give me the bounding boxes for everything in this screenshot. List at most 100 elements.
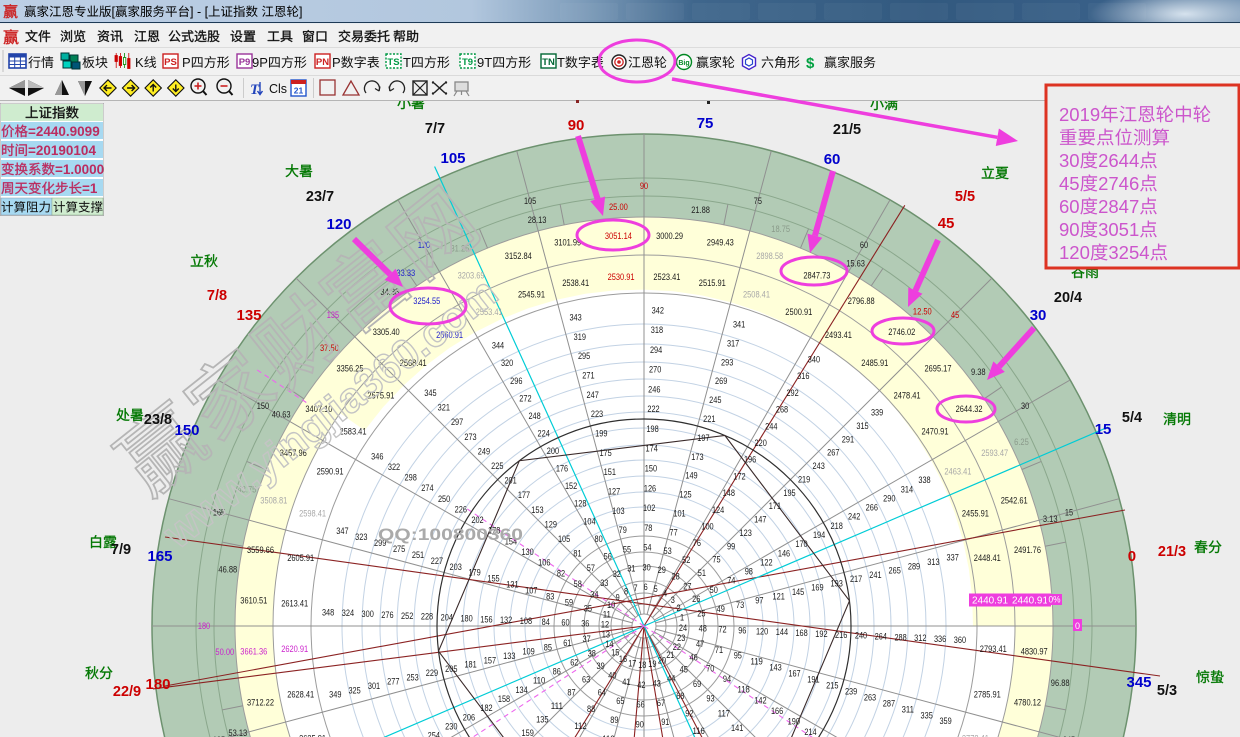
svg-text:45: 45: [951, 310, 959, 320]
svg-text:30: 30: [643, 562, 651, 572]
svg-text:42: 42: [637, 680, 645, 690]
svg-text:105: 105: [524, 196, 536, 206]
svg-text:35: 35: [584, 604, 592, 614]
svg-text:2440.91: 2440.91: [1012, 596, 1048, 607]
svg-text:=2440.9099: =2440.9099: [28, 124, 100, 139]
svg-text:2613.41: 2613.41: [281, 598, 308, 608]
svg-text:2538.41: 2538.41: [562, 278, 589, 288]
svg-text:7/8: 7/8: [207, 288, 227, 304]
svg-text:148: 148: [723, 488, 735, 498]
svg-text:201: 201: [504, 476, 516, 486]
svg-text:270: 270: [649, 365, 661, 375]
svg-text:107: 107: [525, 586, 537, 596]
svg-text:4780.12: 4780.12: [1014, 697, 1041, 707]
svg-text:117: 117: [718, 708, 730, 718]
svg-text:2019: 2019: [1059, 104, 1100, 125]
svg-text:2785.91: 2785.91: [974, 689, 1001, 699]
svg-text:2590.91: 2590.91: [317, 466, 344, 476]
svg-text:2530.91: 2530.91: [608, 272, 635, 282]
svg-text:153: 153: [531, 505, 543, 515]
svg-text:144: 144: [776, 627, 788, 637]
svg-text:321: 321: [438, 403, 450, 413]
svg-text:100: 100: [701, 522, 713, 532]
svg-text:214: 214: [804, 727, 816, 737]
svg-text:179: 179: [468, 568, 480, 578]
svg-text:0: 0: [1128, 548, 1136, 565]
svg-text:3712.22: 3712.22: [247, 697, 274, 707]
svg-text:157: 157: [484, 655, 496, 665]
svg-text:21/5: 21/5: [833, 122, 861, 138]
svg-text:105: 105: [441, 150, 466, 167]
svg-text:2620.91: 2620.91: [281, 644, 308, 654]
svg-text:=1.00000: =1.00000: [55, 162, 112, 177]
svg-text:296: 296: [510, 376, 522, 386]
svg-text:122: 122: [760, 557, 772, 567]
svg-text:2898.58: 2898.58: [756, 251, 783, 261]
svg-text:202: 202: [471, 515, 483, 525]
svg-text:248: 248: [528, 411, 540, 421]
svg-text:193: 193: [831, 578, 843, 588]
svg-text:81: 81: [573, 549, 581, 559]
svg-text:23/8: 23/8: [144, 412, 172, 428]
svg-text:244: 244: [765, 421, 777, 431]
svg-text:57: 57: [587, 563, 595, 573]
svg-text:109: 109: [522, 647, 534, 657]
svg-text:313: 313: [927, 557, 939, 567]
svg-text:93: 93: [706, 694, 714, 704]
svg-text:] - [: ] - [: [190, 5, 209, 19]
svg-text:159: 159: [522, 728, 534, 737]
svg-text:192: 192: [815, 629, 827, 639]
svg-text:2440.91: 2440.91: [972, 596, 1008, 607]
svg-text:28.13: 28.13: [528, 215, 547, 225]
svg-text:126: 126: [644, 483, 656, 493]
svg-text:120: 120: [327, 216, 352, 233]
svg-text:205: 205: [445, 664, 457, 674]
svg-text:T: T: [557, 55, 565, 70]
svg-text:3051.14: 3051.14: [605, 231, 632, 241]
svg-text:2545.91: 2545.91: [518, 290, 545, 300]
svg-text:$: $: [806, 55, 815, 72]
svg-text:24: 24: [679, 623, 687, 633]
svg-text:229: 229: [426, 668, 438, 678]
svg-text:2478.41: 2478.41: [894, 390, 921, 400]
svg-text:15: 15: [1065, 507, 1073, 517]
svg-text:T9: T9: [462, 57, 473, 68]
svg-text:151: 151: [604, 467, 616, 477]
svg-text:322: 322: [388, 462, 400, 472]
svg-text:54: 54: [643, 543, 651, 553]
svg-text:2628.41: 2628.41: [287, 689, 314, 699]
svg-text:118: 118: [738, 685, 750, 695]
svg-text:274: 274: [421, 483, 433, 493]
svg-text:40: 40: [608, 671, 616, 681]
svg-text:287: 287: [883, 698, 895, 708]
svg-text:P: P: [332, 55, 341, 70]
svg-text:130: 130: [521, 547, 533, 557]
svg-text:3661.36: 3661.36: [240, 647, 267, 657]
svg-text:31: 31: [627, 564, 635, 574]
svg-text:5/3: 5/3: [1157, 683, 1177, 699]
svg-text:198: 198: [646, 424, 658, 434]
svg-text:=1: =1: [82, 181, 98, 196]
svg-text:343: 343: [569, 312, 581, 322]
svg-text:348: 348: [322, 607, 334, 617]
svg-text:317: 317: [727, 339, 739, 349]
svg-text:167: 167: [788, 669, 800, 679]
svg-text:275: 275: [393, 544, 405, 554]
svg-text:2644: 2644: [1098, 150, 1139, 171]
svg-text:97: 97: [755, 596, 763, 606]
svg-text:85: 85: [544, 642, 552, 652]
svg-text:96.88: 96.88: [1051, 678, 1070, 688]
svg-text:204: 204: [441, 613, 453, 623]
svg-text:3000.29: 3000.29: [656, 231, 683, 241]
svg-text:206: 206: [463, 712, 475, 722]
svg-text:95: 95: [734, 651, 742, 661]
svg-text:3051: 3051: [1098, 219, 1139, 240]
svg-text:2: 2: [677, 603, 681, 613]
svg-text:18: 18: [638, 660, 646, 670]
svg-text:75: 75: [697, 115, 714, 132]
svg-text:359: 359: [939, 716, 951, 726]
svg-text:216: 216: [835, 630, 847, 640]
svg-text:64: 64: [598, 687, 606, 697]
svg-text:106: 106: [538, 558, 550, 568]
svg-text:45: 45: [938, 215, 955, 232]
